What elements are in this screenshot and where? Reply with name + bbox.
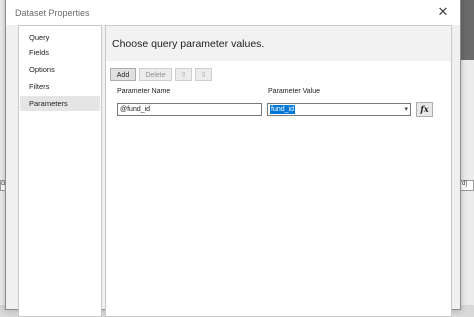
arrow-down-icon: ⇩ [200, 72, 207, 79]
add-button[interactable]: Add [110, 68, 136, 81]
sidebar-item-parameters[interactable]: Parameters [20, 96, 100, 111]
column-header-parameter-value: Parameter Value [268, 88, 321, 95]
parameter-value-combobox[interactable]: fund_id ▾ [267, 103, 411, 116]
dataset-properties-dialog: Dataset Properties ✕ Query Fields Option… [5, 0, 461, 317]
sidebar-item-fields[interactable]: Fields [20, 45, 100, 60]
sidebar-item-filters[interactable]: Filters [20, 79, 100, 94]
expression-button[interactable]: fx [416, 102, 433, 117]
dialog-title: Dataset Properties [15, 8, 90, 18]
sidebar-nav: Query Fields Options Filters Parameters [18, 25, 102, 317]
fx-icon: fx [420, 104, 429, 114]
panel-heading: Choose query parameter values. [112, 38, 265, 50]
delete-button[interactable]: Delete [139, 68, 172, 81]
close-icon[interactable]: ✕ [436, 4, 450, 19]
sidebar-item-options[interactable]: Options [20, 62, 100, 77]
parameter-value-selected-text[interactable]: fund_id [270, 105, 295, 114]
panel-header: Choose query parameter values. [106, 26, 451, 61]
move-down-button[interactable]: ⇩ [195, 68, 212, 81]
dialog-titlebar: Dataset Properties ✕ [6, 0, 460, 25]
sidebar-item-query[interactable]: Query [20, 30, 100, 45]
chevron-down-icon[interactable]: ▾ [404, 105, 408, 113]
parameter-name-field[interactable]: @fund_id [117, 103, 262, 116]
column-header-parameter-name: Parameter Name [117, 88, 171, 95]
background-field-fragment-right: rd] [459, 180, 474, 191]
move-up-button[interactable]: ⇧ [175, 68, 192, 81]
background-toolbar-strip [460, 0, 474, 60]
arrow-up-icon: ⇧ [180, 72, 187, 79]
